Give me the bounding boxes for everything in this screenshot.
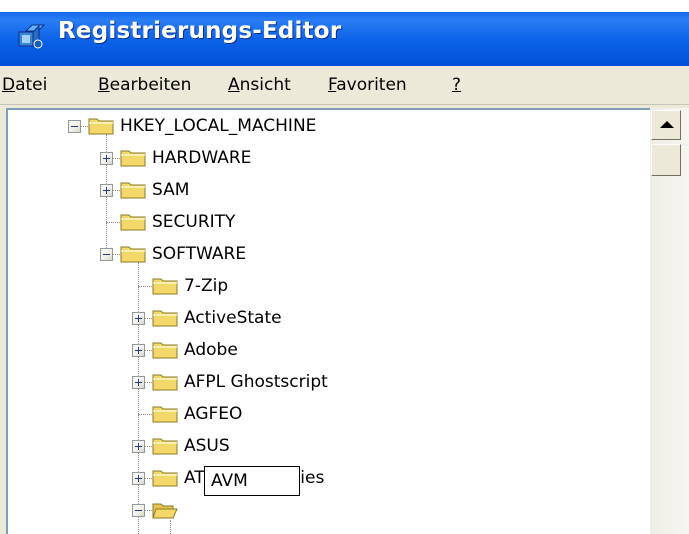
tree-node-label[interactable]: SECURITY	[150, 211, 237, 233]
menu-accelerator: A	[228, 75, 240, 95]
menu-accelerator: D	[2, 75, 16, 95]
folder-icon	[152, 436, 178, 456]
tree-node-label[interactable]: SAM	[150, 179, 191, 201]
tree-connector-line	[145, 318, 152, 319]
vertical-scrollbar[interactable]	[650, 108, 689, 534]
expander-bar-vertical	[138, 379, 139, 386]
tree-connector-line	[145, 510, 152, 511]
menu-label-rest: avoriten	[336, 75, 407, 95]
tree-connector-line	[138, 414, 152, 415]
menu-accelerator: ?	[452, 75, 462, 95]
folder-icon	[152, 404, 178, 424]
menu-accelerator: F	[328, 75, 337, 95]
tree-node-label[interactable]: AGFEO	[182, 403, 244, 425]
menu-item-datei[interactable]: Datei	[2, 75, 47, 95]
tree-connector-line	[145, 446, 152, 447]
tree-connector-line	[145, 350, 152, 351]
expander-bar	[71, 126, 78, 127]
tree-connector-line	[170, 520, 171, 534]
menu-item-ansicht[interactable]: Ansicht	[228, 75, 291, 95]
scroll-up-button[interactable]	[651, 110, 681, 140]
expander-bar	[103, 254, 110, 255]
expand-plus-icon[interactable]	[132, 376, 145, 389]
registry-tree[interactable]: HKEY_LOCAL_MACHINE HARDWARE SAM SECURITY SOF…	[8, 110, 648, 534]
tree-pane[interactable]: HKEY_LOCAL_MACHINE HARDWARE SAM SECURITY SOF…	[6, 108, 689, 534]
folder-icon	[152, 308, 178, 328]
folder-icon	[152, 372, 178, 392]
collapse-minus-icon[interactable]	[100, 248, 113, 261]
collapse-minus-icon[interactable]	[68, 120, 81, 133]
expand-plus-icon[interactable]	[132, 312, 145, 325]
tree-node-label[interactable]: SOFTWARE	[150, 243, 248, 265]
tree-connector-line	[145, 478, 152, 479]
folder-icon	[120, 180, 146, 200]
menu-accelerator: B	[98, 75, 110, 95]
tree-connector-line	[138, 262, 139, 534]
tree-node-label[interactable]: ASUS	[182, 435, 232, 457]
expander-bar-vertical	[138, 315, 139, 322]
menu-item-favoriten[interactable]: Favoriten	[328, 75, 407, 95]
tree-connector-line	[113, 254, 120, 255]
folder-icon	[152, 276, 178, 296]
window-title: Registrierungs-Editor	[58, 18, 342, 44]
expander-bar-vertical	[106, 187, 107, 194]
expand-plus-icon[interactable]	[132, 440, 145, 453]
expander-bar-vertical	[138, 347, 139, 354]
menu-item-bearbeiten[interactable]: Bearbeiten	[98, 75, 191, 95]
menu-label-rest: nsicht	[239, 75, 291, 95]
tree-node-label[interactable]: 7-Zip	[182, 275, 230, 297]
expand-plus-icon[interactable]	[100, 184, 113, 197]
title-bar[interactable]: Registrierungs-Editor	[0, 0, 689, 66]
folder-icon	[152, 468, 178, 488]
menu-label-rest: atei	[15, 75, 48, 95]
tree-node-label[interactable]: AFPL Ghostscript	[182, 371, 330, 393]
tree-node-label[interactable]: HARDWARE	[150, 147, 253, 169]
registry-editor-window: Registrierungs-Editor Datei Bearbeiten Ans…	[0, 0, 689, 534]
tree-node-label[interactable]: Adobe	[182, 339, 240, 361]
folder-icon	[152, 340, 178, 360]
tree-connector-line	[81, 126, 88, 127]
tree-connector-line	[138, 286, 152, 287]
tree-connector-line	[113, 190, 120, 191]
tree-connector-line	[113, 158, 120, 159]
expander-bar	[135, 510, 142, 511]
tree-connector-line	[145, 382, 152, 383]
tree-node-label[interactable]: HKEY_LOCAL_MACHINE	[118, 115, 318, 137]
tree-connector-line	[106, 222, 120, 223]
tree-node-label[interactable]: ActiveState	[182, 307, 284, 329]
expander-bar-vertical	[106, 155, 107, 162]
collapse-minus-icon[interactable]	[132, 504, 145, 517]
expand-plus-icon[interactable]	[132, 344, 145, 357]
menu-label-rest: earbeiten	[109, 75, 192, 95]
folder-icon	[120, 244, 146, 264]
expander-bar-vertical	[138, 443, 139, 450]
top-strip	[0, 0, 689, 12]
expander-bar-vertical	[138, 475, 139, 482]
expand-plus-icon[interactable]	[132, 472, 145, 485]
up-arrow-icon	[660, 121, 674, 128]
expand-plus-icon[interactable]	[100, 152, 113, 165]
menu-bar: Datei Bearbeiten Ansicht Favoriten?	[0, 66, 689, 105]
folder-icon	[120, 212, 146, 232]
rename-key-input[interactable]: AVM	[204, 466, 300, 496]
folder-icon	[120, 148, 146, 168]
scroll-thumb[interactable]	[651, 144, 681, 176]
menu-item-[interactable]: ?	[452, 75, 461, 95]
folder-icon	[88, 116, 114, 136]
registry-editor-icon	[18, 24, 46, 49]
folder-open-icon	[152, 500, 178, 520]
